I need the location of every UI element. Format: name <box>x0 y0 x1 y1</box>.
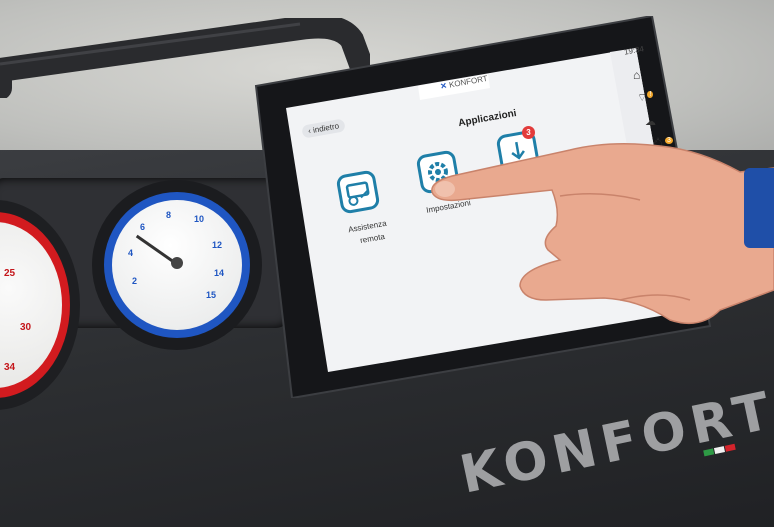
blue-sleeve <box>744 168 774 248</box>
photo-scene: 25 30 34 2 4 6 8 10 12 14 15 19:34 ✕ KON… <box>0 0 774 527</box>
